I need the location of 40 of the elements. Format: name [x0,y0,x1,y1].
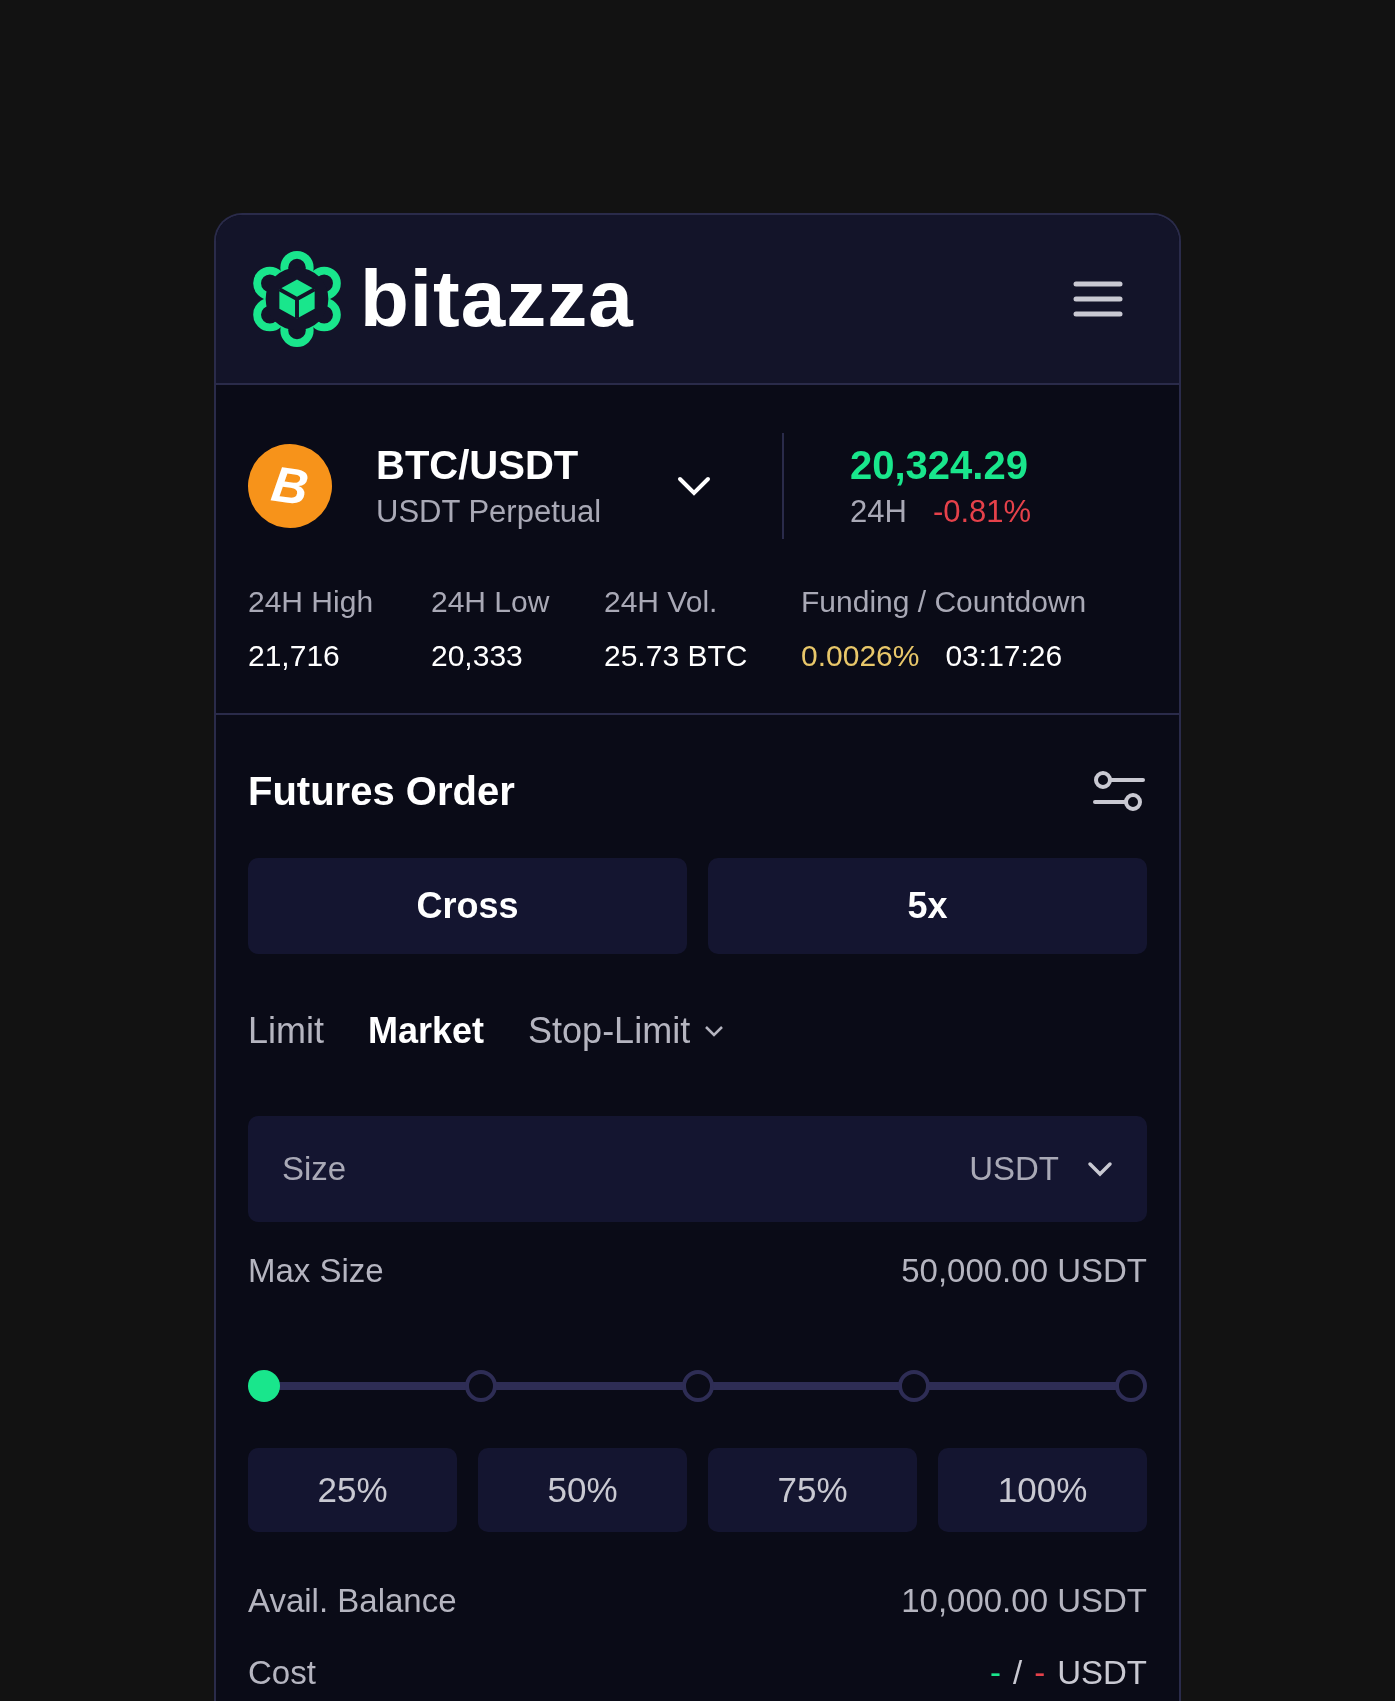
stat-value: 21,716 [248,639,340,673]
order-type-tab[interactable]: Limit [248,1010,324,1052]
cost-value: - / - USDT [989,1654,1147,1692]
unit-dropdown[interactable]: USDT [969,1150,1113,1188]
slider-stop[interactable] [1115,1370,1147,1402]
percent-button[interactable]: 25% [248,1448,457,1532]
stat-value: 20,333 [431,639,523,673]
stat-label: 24H High [248,585,375,619]
order-type-tab[interactable]: Market [368,1010,485,1052]
menu-button[interactable] [1073,280,1123,318]
pair-name[interactable]: BTC/USDT [376,442,676,488]
stat-label: 24H Vol. [604,585,719,619]
caret-icon [704,1025,725,1037]
slider-thumb[interactable] [248,1370,280,1402]
brand-name: bitazza [360,259,634,339]
percent-button[interactable]: 100% [938,1448,1147,1532]
change-value: -0.81% [932,493,1032,530]
balance-label: Avail. Balance [248,1582,457,1620]
cost-label: Cost [248,1654,316,1692]
chevron-icon[interactable] [676,474,712,498]
chevron-icon [1087,1161,1113,1177]
stat-value: 25.73 BTC [604,639,748,673]
mode-button[interactable]: 5x [708,858,1147,954]
change-label: 24H [850,493,907,530]
contract-type: USDT Perpetual [376,493,603,530]
settings-button[interactable] [1091,769,1147,814]
stat-value: 03:17:26 [945,639,1063,673]
percent-button[interactable]: 50% [478,1448,687,1532]
balance-value: 10,000.00 USDT [901,1582,1147,1620]
section-title: Futures Order [248,769,515,814]
stat-label: 24H Low [431,585,551,619]
size-field[interactable]: Size USDT [248,1116,1147,1222]
max-size-label: Max Size [248,1252,384,1290]
max-size-value: 50,000.00 USDT [901,1252,1147,1290]
last-price: 20,324.29 [850,442,1029,488]
stat-value: 0.0026% [801,639,920,673]
mode-button[interactable]: Cross [248,858,687,954]
stat-label: Funding / Countdown [801,585,1087,619]
percent-button[interactable]: 75% [708,1448,917,1532]
order-type-tab[interactable]: Stop-Limit [528,1010,725,1052]
